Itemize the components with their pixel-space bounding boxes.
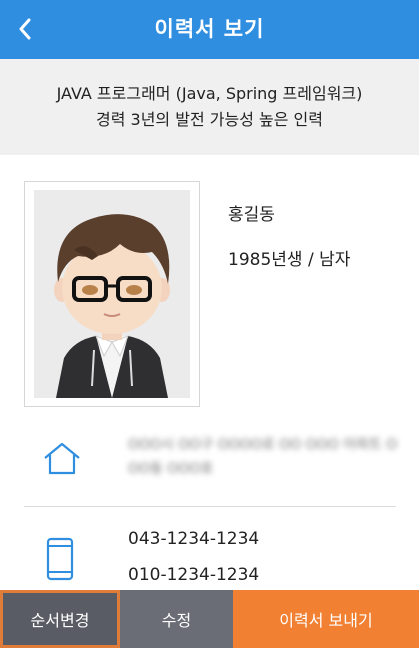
send-resume-button[interactable]: 이력서 보내기 bbox=[233, 590, 419, 648]
home-icon bbox=[44, 442, 80, 475]
profile-name: 홍길동 bbox=[228, 205, 275, 225]
phone-number-2[interactable]: 010-1234-1234 bbox=[128, 565, 259, 585]
resume-summary: JAVA 프로그래머 (Java, Spring 프레임워크) 경력 3년의 발… bbox=[0, 59, 419, 155]
phone-row: 043-1234-1234 010-1234-1234 bbox=[0, 507, 419, 590]
profile-photo bbox=[34, 190, 190, 398]
profile-birth-gender: 1985년생 / 남자 bbox=[228, 250, 351, 270]
summary-line-1: JAVA 프로그래머 (Java, Spring 프레임워크) bbox=[56, 84, 363, 103]
smartphone-icon bbox=[46, 537, 74, 581]
action-bar: 순서변경 수정 이력서 보내기 bbox=[0, 590, 419, 648]
avatar-illustration bbox=[54, 214, 170, 398]
address-row: OOO시 OO구 OOOO로 OO OOO 아파트 OOO동 OOO호 bbox=[0, 425, 419, 505]
address-text: OOO시 OO구 OOOO로 OO OOO 아파트 OOO동 OOO호 bbox=[128, 437, 398, 477]
edit-button[interactable]: 수정 bbox=[120, 590, 233, 648]
phone-number-1[interactable]: 043-1234-1234 bbox=[128, 529, 259, 549]
profile-photo-frame bbox=[24, 181, 200, 407]
app-header: 이력서 보기 bbox=[0, 0, 419, 59]
summary-line-2: 경력 3년의 발전 가능성 높은 인력 bbox=[96, 110, 323, 129]
profile-section: 홍길동 1985년생 / 남자 bbox=[0, 155, 419, 425]
reorder-button[interactable]: 순서변경 bbox=[0, 590, 120, 648]
page-title: 이력서 보기 bbox=[154, 17, 265, 41]
